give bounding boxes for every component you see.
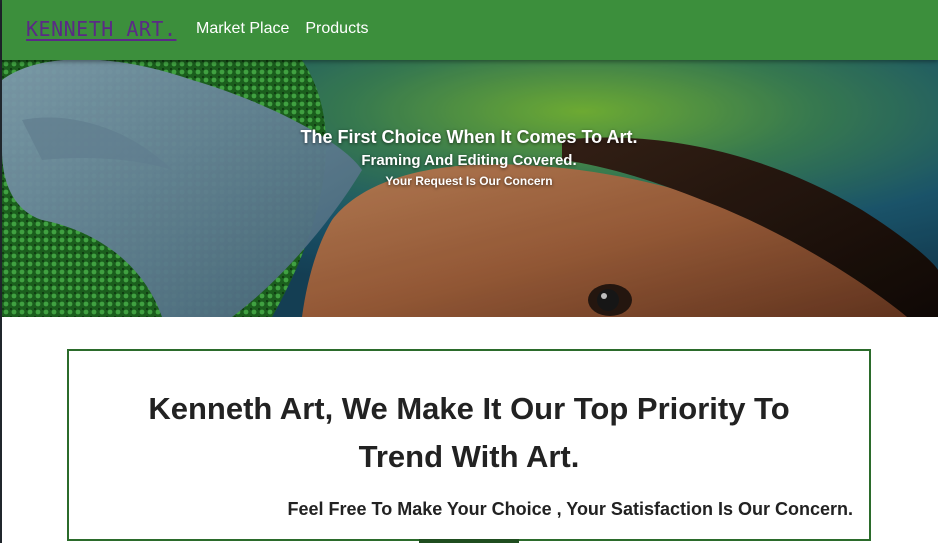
brand-logo-link[interactable]: KENNETH ART.: [26, 17, 177, 41]
navbar: KENNETH ART. Market Place Products: [2, 0, 938, 60]
hero-subtitle: Framing And Editing Covered.: [361, 152, 577, 169]
page: KENNETH ART. Market Place Products The F…: [0, 0, 938, 543]
intro-heading: Kenneth Art, We Make It Our Top Priority…: [148, 391, 790, 474]
hero-tagline: Your Request Is Our Concern: [385, 174, 553, 188]
hero-text-block: The First Choice When It Comes To Art. F…: [2, 126, 936, 189]
intro-card: Kenneth Art, We Make It Our Top Priority…: [67, 349, 871, 541]
hero-title: The First Choice When It Comes To Art.: [300, 127, 638, 147]
nav-link-market-place[interactable]: Market Place: [196, 20, 289, 38]
intro-text: Feel Free To Make Your Choice , Your Sat…: [287, 499, 853, 519]
nav-link-products[interactable]: Products: [305, 20, 368, 38]
hero-banner: The First Choice When It Comes To Art. F…: [2, 60, 938, 317]
nav-links: Market Place Products: [196, 20, 369, 38]
call-to-action-button[interactable]: [419, 539, 519, 543]
